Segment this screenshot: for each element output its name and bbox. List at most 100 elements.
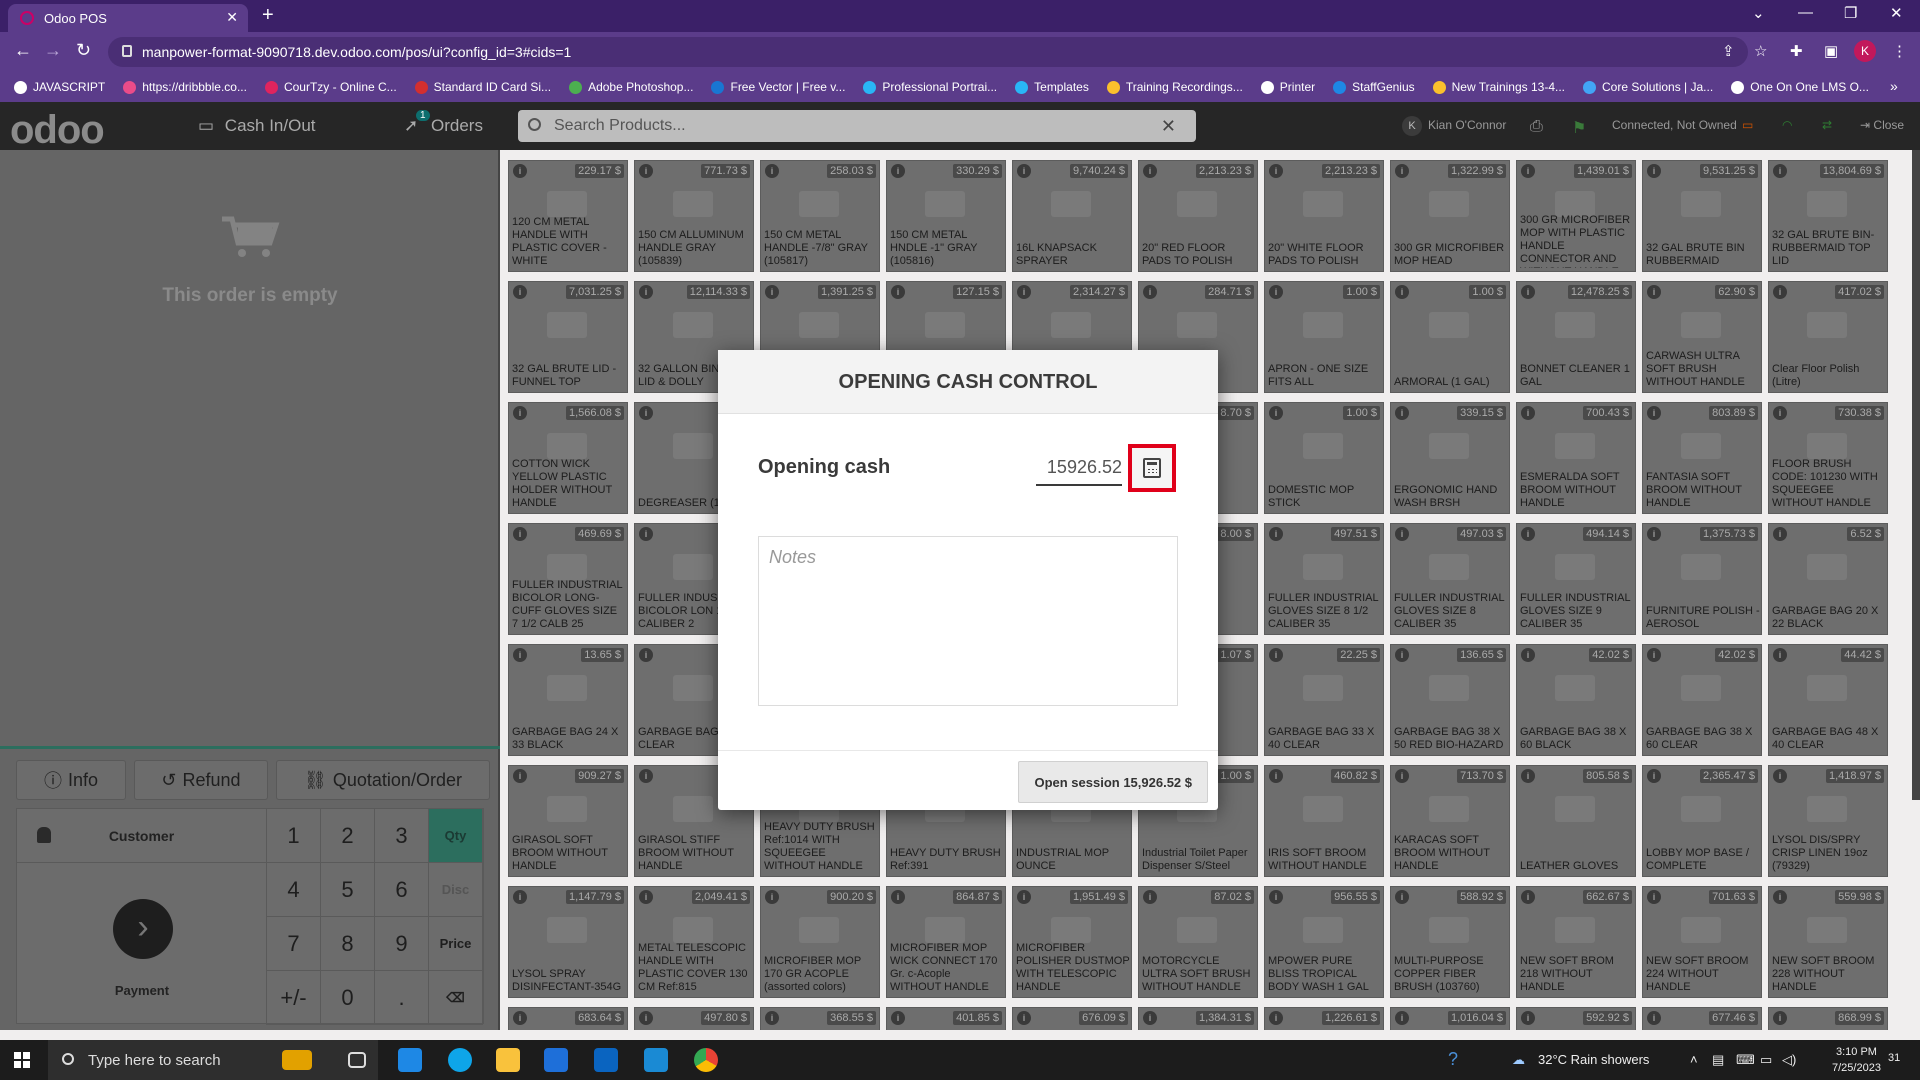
product-card[interactable]: i 868.99 $ xyxy=(1768,1007,1888,1030)
product-card[interactable]: i 909.27 $ GIRASOL SOFT BROOM WITHOUT HAND… xyxy=(508,765,628,877)
product-card[interactable]: i 258.03 $ 150 CM METAL HANDLE -7/8" GRAY … xyxy=(760,160,880,272)
product-info-icon[interactable]: i xyxy=(513,1011,527,1025)
help-icon[interactable]: ? xyxy=(1448,1049,1458,1070)
opening-cash-input[interactable] xyxy=(1036,450,1122,486)
product-info-icon[interactable]: i xyxy=(1773,890,1787,904)
bookmark-item[interactable]: Training Recordings... xyxy=(1106,80,1243,94)
product-info-icon[interactable]: i xyxy=(1269,164,1283,178)
edge-app-icon[interactable] xyxy=(448,1048,472,1072)
product-card[interactable]: i 713.70 $ KARACAS SOFT BROOM WITHOUT HAND… xyxy=(1390,765,1510,877)
product-info-icon[interactable]: i xyxy=(765,890,779,904)
more-bookmarks-icon[interactable]: » xyxy=(1890,78,1898,94)
product-info-icon[interactable]: i xyxy=(1269,769,1283,783)
product-card[interactable]: i 1.00 $ DOMESTIC MOP STICK xyxy=(1264,402,1384,514)
product-card[interactable]: i 771.73 $ 150 CM ALLUMINUM HANDLE GRAY (1… xyxy=(634,160,754,272)
product-card[interactable]: i 588.92 $ MULTI-PURPOSE COPPER FIBER BRUS… xyxy=(1390,886,1510,998)
product-card[interactable]: i 42.02 $ GARBAGE BAG 38 X 60 CLEAR xyxy=(1642,644,1762,756)
product-card[interactable]: i 12,478.25 $ BONNET CLEANER 1 GAL xyxy=(1516,281,1636,393)
product-scrollbar[interactable] xyxy=(1912,150,1920,800)
product-info-icon[interactable]: i xyxy=(1395,527,1409,541)
product-info-icon[interactable]: i xyxy=(1395,285,1409,299)
numpad-key[interactable]: 7 xyxy=(267,917,321,971)
bookmark-item[interactable]: Professional Portrai... xyxy=(863,80,997,94)
sync-icon[interactable]: ⇄ xyxy=(1822,118,1832,132)
bookmark-item[interactable]: Standard ID Card Si... xyxy=(414,80,551,94)
product-card[interactable]: i 592.92 $ xyxy=(1516,1007,1636,1030)
product-card[interactable]: i 469.69 $ FULLER INDUSTRIAL BICOLOR LONG-… xyxy=(508,523,628,635)
product-card[interactable]: i 87.02 $ MOTORCYCLE ULTRA SOFT BRUSH WITH… xyxy=(1138,886,1258,998)
product-card[interactable]: i 1,226.61 $ xyxy=(1264,1007,1384,1030)
back-icon[interactable]: ← xyxy=(14,40,32,61)
product-info-icon[interactable]: i xyxy=(639,406,653,420)
product-card[interactable]: i 662.67 $ NEW SOFT BROM 218 WITHOUT HANDL… xyxy=(1516,886,1636,998)
product-info-icon[interactable]: i xyxy=(1143,164,1157,178)
cash-in-out-button[interactable]: ▭ Cash In/Out xyxy=(198,116,316,136)
notifications-badge[interactable]: 31 xyxy=(1888,1052,1900,1064)
product-card[interactable]: i 9,740.24 $ 16L KNAPSACK SPRAYER xyxy=(1012,160,1132,272)
product-info-icon[interactable]: i xyxy=(1143,890,1157,904)
product-card[interactable]: i 7,031.25 $ 32 GAL BRUTE LID - FUNNEL TOP xyxy=(508,281,628,393)
product-card[interactable]: i 136.65 $ GARBAGE BAG 38 X 50 RED BIO-HAZ… xyxy=(1390,644,1510,756)
product-info-icon[interactable]: i xyxy=(639,648,653,662)
product-search-input[interactable]: Search Products... ✕ xyxy=(518,110,1196,142)
numpad-key[interactable]: 9 xyxy=(375,917,429,971)
product-info-icon[interactable]: i xyxy=(765,285,779,299)
taskbar-search-input[interactable]: Type here to search xyxy=(48,1040,378,1080)
product-info-icon[interactable]: i xyxy=(1647,527,1661,541)
product-card[interactable]: i 1,016.04 $ xyxy=(1390,1007,1510,1030)
product-info-icon[interactable]: i xyxy=(1269,406,1283,420)
clear-search-icon[interactable]: ✕ xyxy=(1161,116,1176,137)
profile-avatar[interactable]: K xyxy=(1854,40,1876,62)
numpad-key[interactable]: 4 xyxy=(267,863,321,917)
product-card[interactable]: i 2,365.47 $ LOBBY MOP BASE / COMPLETE xyxy=(1642,765,1762,877)
product-card[interactable]: i 1,439.01 $ 300 GR MICROFIBER MOP WITH PL… xyxy=(1516,160,1636,272)
product-info-icon[interactable]: i xyxy=(513,890,527,904)
store-app-icon[interactable] xyxy=(544,1048,568,1072)
product-info-icon[interactable]: i xyxy=(1773,1011,1787,1025)
product-info-icon[interactable]: i xyxy=(1017,1011,1031,1025)
tray-keyboard-icon[interactable]: ⌨ xyxy=(1736,1052,1755,1068)
product-info-icon[interactable]: i xyxy=(1395,1011,1409,1025)
product-info-icon[interactable]: i xyxy=(1773,648,1787,662)
product-info-icon[interactable]: i xyxy=(1395,769,1409,783)
product-card[interactable]: i 62.90 $ CARWASH ULTRA SOFT BRUSH WITHOUT… xyxy=(1642,281,1762,393)
product-info-icon[interactable]: i xyxy=(513,769,527,783)
volume-icon[interactable]: ◁) xyxy=(1782,1052,1796,1068)
product-card[interactable]: i 1,147.79 $ LYSOL SPRAY DISINFECTANT-354G xyxy=(508,886,628,998)
product-info-icon[interactable]: i xyxy=(1017,164,1031,178)
bookmark-star-icon[interactable]: ☆ xyxy=(1754,42,1767,60)
product-card[interactable]: i 494.14 $ FULLER INDUSTRIAL GLOVES SIZE 9… xyxy=(1516,523,1636,635)
product-info-icon[interactable]: i xyxy=(1017,285,1031,299)
product-info-icon[interactable]: i xyxy=(1647,890,1661,904)
product-card[interactable]: i 701.63 $ NEW SOFT BROOM 224 WITHOUT HAND… xyxy=(1642,886,1762,998)
product-info-icon[interactable]: i xyxy=(1773,769,1787,783)
product-info-icon[interactable]: i xyxy=(639,769,653,783)
product-info-icon[interactable]: i xyxy=(1143,1011,1157,1025)
bookmark-item[interactable]: https://dribbble.co... xyxy=(123,80,247,94)
product-info-icon[interactable]: i xyxy=(1017,890,1031,904)
numpad-key[interactable]: ⌫ xyxy=(429,971,483,1025)
numpad-key[interactable]: 2 xyxy=(321,809,375,863)
product-card[interactable]: i 13.65 $ GARBAGE BAG 24 X 33 BLACK xyxy=(508,644,628,756)
extensions-icon[interactable]: ✚ xyxy=(1790,42,1803,60)
open-session-button[interactable]: Open session 15,926.52 $ xyxy=(1018,761,1208,803)
product-info-icon[interactable]: i xyxy=(1773,285,1787,299)
product-info-icon[interactable]: i xyxy=(513,648,527,662)
monitor-icon[interactable]: ▭ xyxy=(1742,118,1753,132)
product-info-icon[interactable]: i xyxy=(1521,164,1535,178)
wifi-icon[interactable]: ◠ xyxy=(1782,118,1792,132)
product-card[interactable]: i 229.17 $ 120 CM METAL HANDLE WITH PLASTI… xyxy=(508,160,628,272)
product-info-icon[interactable]: i xyxy=(891,164,905,178)
product-card[interactable]: i 13,804.69 $ 32 GAL BRUTE BIN-RUBBERMAID … xyxy=(1768,160,1888,272)
product-info-icon[interactable]: i xyxy=(1521,285,1535,299)
menu-icon[interactable]: ⋮ xyxy=(1892,42,1907,60)
tray-chevron-icon[interactable]: ˄ xyxy=(1690,1052,1698,1067)
close-session-button[interactable]: ⇥ Close xyxy=(1860,118,1904,132)
product-info-icon[interactable]: i xyxy=(513,527,527,541)
product-card[interactable]: i 9,531.25 $ 32 GAL BRUTE BIN RUBBERMAID xyxy=(1642,160,1762,272)
bookmark-item[interactable]: StaffGenius xyxy=(1333,80,1415,94)
numpad-key[interactable]: Price xyxy=(429,917,483,971)
product-card[interactable]: i 559.98 $ NEW SOFT BROOM 228 WITHOUT HAND… xyxy=(1768,886,1888,998)
product-card[interactable]: i 42.02 $ GARBAGE BAG 38 X 60 BLACK xyxy=(1516,644,1636,756)
weather-text[interactable]: 32°C Rain showers xyxy=(1538,1052,1649,1067)
